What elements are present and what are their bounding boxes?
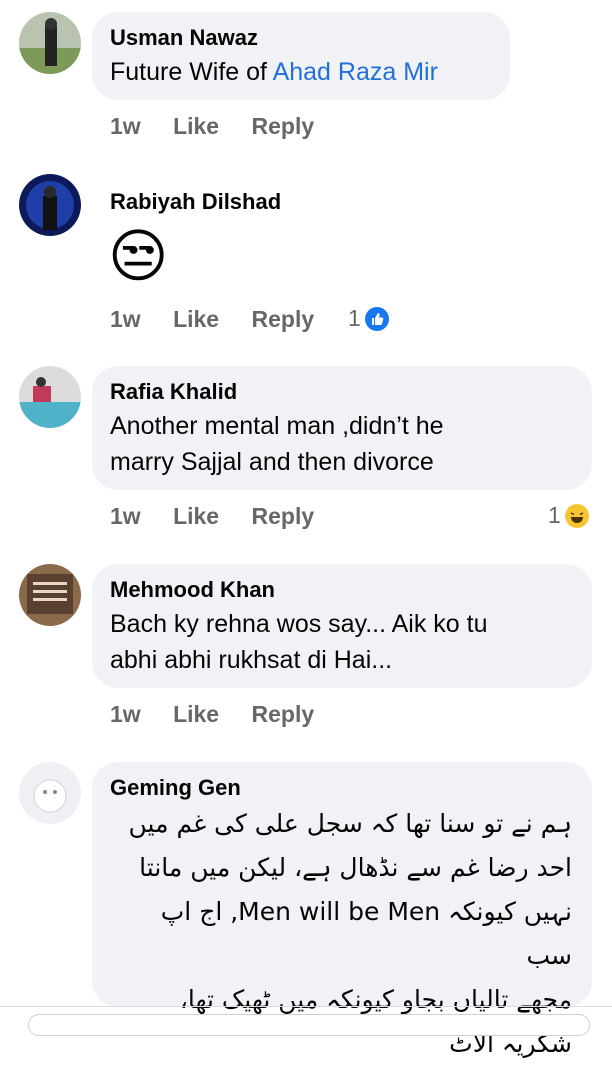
like-button[interactable]: Like: [173, 306, 219, 332]
reply-button[interactable]: Reply: [252, 113, 315, 139]
reaction-count: 1: [548, 502, 561, 528]
comment-input-bar[interactable]: [28, 1014, 590, 1036]
thumbs-up-icon: [364, 306, 389, 331]
reaction-summary[interactable]: 1: [548, 502, 589, 529]
like-button[interactable]: Like: [173, 701, 219, 727]
reaction-count: 1: [348, 305, 361, 331]
comment-time[interactable]: 1w: [110, 701, 141, 727]
comment-author[interactable]: Rafia Khalid: [110, 378, 572, 406]
comment-actions: 1w Like Reply: [110, 503, 340, 530]
comment-time[interactable]: 1w: [110, 503, 141, 529]
comment-time[interactable]: 1w: [110, 306, 141, 332]
comment-time[interactable]: 1w: [110, 113, 141, 139]
reply-button[interactable]: Reply: [252, 701, 315, 727]
comment-bubble[interactable]: Geming Gen ہم نے تو سنا تھا کہ سجل علی ک…: [92, 762, 592, 1058]
comment-author[interactable]: Rabiyah Dilshad: [110, 188, 281, 216]
avatar[interactable]: [19, 12, 81, 74]
comment-bubble[interactable]: Usman Nawaz Future Wife of Ahad Raza Mir: [92, 12, 510, 100]
tagged-name-link[interactable]: Ahad Raza Mir: [273, 58, 438, 86]
like-button[interactable]: Like: [173, 113, 219, 139]
comment-text-line: abhi abhi rukhsat di Hai...: [110, 646, 393, 674]
comment-text: Future Wife of Ahad Raza Mir: [110, 54, 490, 90]
comment-text-line: marry Sajjal and then divorce: [110, 448, 434, 476]
comment-text-prefix: Future Wife of: [110, 58, 273, 86]
reply-button[interactable]: Reply: [252, 306, 315, 332]
comment-actions: 1w Like Reply: [110, 113, 340, 140]
divider: [0, 1006, 612, 1007]
comment-text-line: Another mental man ,didn’t he: [110, 412, 444, 440]
avatar[interactable]: [19, 564, 81, 626]
comment-author[interactable]: Usman Nawaz: [110, 24, 490, 52]
emoji-comment: 😒: [108, 224, 169, 289]
comment-text-line: نہیں کیونکہ Men will be Men, اج اپ سب: [160, 897, 572, 970]
comment-actions: 1w Like Reply: [110, 701, 340, 728]
avatar[interactable]: [19, 762, 81, 824]
comment-actions: 1w Like Reply: [110, 306, 340, 333]
avatar[interactable]: [19, 174, 81, 236]
comment-text-line: ہم نے تو سنا تھا کہ سجل علی کی غم میں: [128, 809, 572, 838]
like-button[interactable]: Like: [173, 503, 219, 529]
reaction-summary[interactable]: 1: [348, 305, 389, 332]
comment-text-line: Bach ky rehna wos say... Aik ko tu: [110, 610, 488, 638]
comment-bubble[interactable]: Rafia Khalid Another mental man ,didn’t …: [92, 366, 592, 490]
comment-bubble[interactable]: Mehmood Khan Bach ky rehna wos say... Ai…: [92, 564, 592, 688]
reply-button[interactable]: Reply: [252, 503, 315, 529]
laughing-emoji-icon: [564, 503, 589, 528]
comment-author[interactable]: Mehmood Khan: [110, 576, 572, 604]
comment-author[interactable]: Geming Gen: [110, 774, 572, 802]
avatar[interactable]: [19, 366, 81, 428]
comment-text-line: احد رضا غم سے نڈھال ہے، لیکن میں مانتا: [139, 853, 572, 882]
